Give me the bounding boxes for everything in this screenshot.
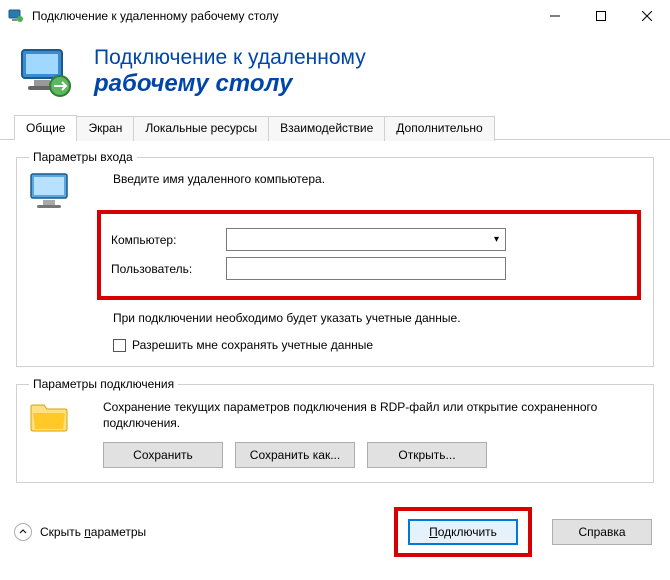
open-button[interactable]: Открыть... bbox=[367, 442, 487, 468]
login-intro: Введите имя удаленного компьютера. bbox=[113, 172, 641, 186]
banner-line2: рабочему столу bbox=[94, 70, 366, 98]
save-as-button[interactable]: Сохранить как... bbox=[235, 442, 355, 468]
tab-general[interactable]: Общие bbox=[14, 115, 77, 140]
window-titlebar: Подключение к удаленному рабочему столу bbox=[0, 0, 670, 32]
login-note: При подключении необходимо будет указать… bbox=[113, 310, 553, 326]
save-credentials-label[interactable]: Разрешить мне сохранять учетные данные bbox=[132, 338, 373, 352]
collapse-icon[interactable] bbox=[14, 523, 32, 541]
window-title: Подключение к удаленному рабочему столу bbox=[32, 9, 532, 23]
tab-screen[interactable]: Экран bbox=[76, 116, 134, 141]
computer-label: Компьютер: bbox=[111, 233, 226, 247]
app-banner: Подключение к удаленному рабочему столу bbox=[0, 32, 670, 114]
connection-desc: Сохранение текущих параметров подключени… bbox=[103, 399, 603, 431]
monitor-icon bbox=[29, 172, 73, 212]
dialog-footer: Скрыть параметры Подключить Справка bbox=[0, 493, 670, 557]
login-params-legend: Параметры входа bbox=[29, 150, 137, 164]
connect-button[interactable]: Подключить bbox=[408, 519, 518, 545]
highlight-login-fields: Компьютер: ▾ Пользователь: bbox=[97, 210, 641, 300]
rdp-banner-icon bbox=[18, 44, 74, 100]
save-credentials-checkbox[interactable] bbox=[113, 339, 126, 352]
login-params-group: Параметры входа Введите имя удаленного к… bbox=[16, 150, 654, 367]
tab-interaction[interactable]: Взаимодействие bbox=[268, 116, 385, 141]
banner-line1: Подключение к удаленному bbox=[94, 46, 366, 70]
folder-icon bbox=[29, 399, 69, 435]
highlight-connect-button: Подключить bbox=[394, 507, 532, 557]
minimize-button[interactable] bbox=[532, 0, 578, 32]
chevron-down-icon: ▾ bbox=[494, 234, 499, 245]
rdp-app-icon bbox=[8, 8, 24, 24]
computer-input[interactable]: ▾ bbox=[226, 228, 506, 251]
connection-params-legend: Параметры подключения bbox=[29, 377, 178, 391]
maximize-button[interactable] bbox=[578, 0, 624, 32]
user-label: Пользователь: bbox=[111, 262, 226, 276]
tab-local-resources[interactable]: Локальные ресурсы bbox=[133, 116, 269, 141]
help-button[interactable]: Справка bbox=[552, 519, 652, 545]
username-input[interactable] bbox=[226, 257, 506, 280]
tab-advanced[interactable]: Дополнительно bbox=[384, 116, 494, 141]
tab-strip: Общие Экран Локальные ресурсы Взаимодейс… bbox=[0, 114, 670, 140]
save-button[interactable]: Сохранить bbox=[103, 442, 223, 468]
connection-params-group: Параметры подключения Сохранение текущих… bbox=[16, 377, 654, 482]
hide-params-link[interactable]: Скрыть параметры bbox=[40, 525, 146, 539]
close-button[interactable] bbox=[624, 0, 670, 32]
